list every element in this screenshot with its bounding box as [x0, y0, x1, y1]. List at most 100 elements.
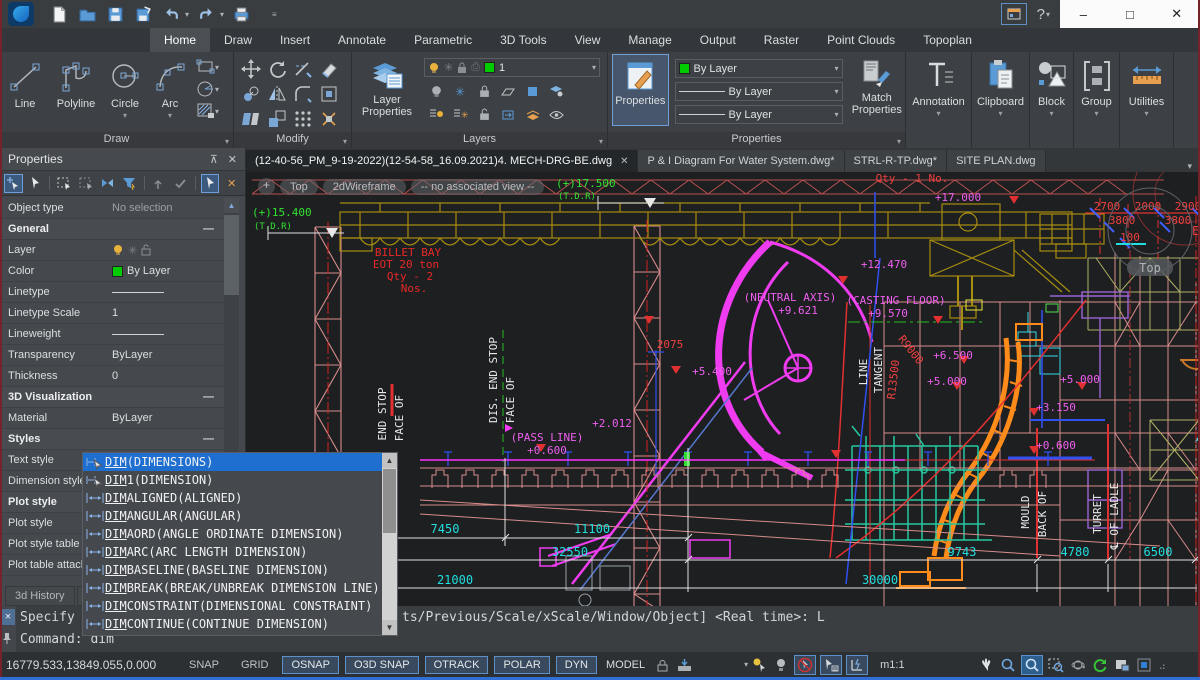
status-toggle-otrack[interactable]: OTRACK [425, 656, 489, 674]
autocomplete-item-DIMCONSTRAINT[interactable]: DIMCONSTRAINT (DIMENSIONAL CONSTRAINT) [83, 597, 382, 615]
ribbon-tab-parametric[interactable]: Parametric [400, 28, 486, 52]
layer-on-all-icon[interactable] [429, 108, 444, 121]
clear-icon[interactable]: ✕ [222, 174, 241, 193]
properties-panel-label[interactable]: Properties▾ [608, 132, 905, 148]
tab-close-icon[interactable]: ✕ [620, 156, 628, 167]
redo-icon[interactable] [195, 3, 217, 25]
quick-select-icon[interactable] [98, 174, 117, 193]
ribbon-tab-manage[interactable]: Manage [614, 28, 685, 52]
annotation-button[interactable]: Annotation▾ [906, 54, 971, 146]
ribbon-tab-draw[interactable]: Draw [210, 28, 266, 52]
select-window-icon[interactable] [55, 174, 74, 193]
property-value[interactable]: By Layer [112, 265, 224, 277]
regen-icon[interactable] [1091, 656, 1109, 674]
ellipse-tool[interactable]: ▾ [196, 80, 219, 98]
layer-off-icon[interactable] [430, 85, 443, 98]
orbit-icon[interactable] [1069, 656, 1087, 674]
open-file-icon[interactable] [76, 3, 98, 25]
draw-panel-label[interactable]: Draw▾ [0, 132, 233, 148]
rectangle-tool[interactable]: ▾ [196, 58, 219, 76]
save-as-icon[interactable] [132, 3, 154, 25]
utilities-button[interactable]: Utilities▾ [1120, 54, 1173, 146]
explode-icon[interactable] [319, 109, 339, 129]
property-value[interactable] [112, 292, 224, 293]
tab-3d-history[interactable]: 3d History [5, 586, 75, 606]
autocomplete-item-DIMANGULAR[interactable]: DIMANGULAR (ANGULAR) [83, 507, 382, 525]
erase-icon[interactable] [319, 59, 339, 79]
status-toggle-osnap[interactable]: OSNAP [282, 656, 339, 674]
layer-lock-toggle-icon[interactable] [479, 85, 490, 98]
properties-toggle-button[interactable]: Properties [612, 54, 669, 126]
arc-tool[interactable]: Arc ▾ [148, 54, 192, 130]
ribbon-tab-raster[interactable]: Raster [750, 28, 813, 52]
property-value[interactable]: 1 [112, 307, 224, 319]
layout-switch-icon[interactable] [1113, 656, 1131, 674]
zoom-icon[interactable] [999, 656, 1017, 674]
hatch-tool[interactable]: ▾ [196, 102, 219, 120]
select-crossing-icon[interactable] [77, 174, 96, 193]
redo-dropdown-icon[interactable]: ▾ [220, 10, 224, 19]
workspace-icon[interactable] [1001, 3, 1027, 25]
filter-icon[interactable] [120, 174, 139, 193]
layer-properties-button[interactable]: LayerProperties [356, 54, 418, 130]
collapse-icon[interactable]: — [203, 433, 214, 445]
modify-panel-label[interactable]: Modify▾ [234, 132, 351, 148]
qat-customize-icon[interactable]: ≡ [272, 10, 277, 19]
arc-dropdown-icon[interactable]: ▾ [168, 111, 172, 120]
property-row-3d-visualization[interactable]: 3D Visualization— [0, 387, 224, 408]
property-value[interactable]: ByLayer [112, 412, 224, 424]
collapse-icon[interactable]: — [203, 223, 214, 235]
scale-icon[interactable] [267, 109, 287, 129]
status-flyout-icon[interactable]: ▾ [744, 660, 748, 669]
viewport-visualstyle-pill[interactable]: 2dWireframe [323, 179, 406, 195]
command-close-icon[interactable]: ✕ [1, 609, 15, 625]
annotation-scale[interactable]: m1:1 [880, 659, 904, 671]
ribbon-tab-topoplan[interactable]: Topoplan [909, 28, 986, 52]
ribbon-tab-view[interactable]: View [561, 28, 615, 52]
document-tab-2[interactable]: STRL-R-TP.dwg* [845, 150, 948, 172]
tab-list-icon[interactable]: ▾ [1179, 161, 1200, 172]
status-toggle-dyn[interactable]: DYN [556, 656, 597, 674]
copy-icon[interactable] [241, 84, 261, 104]
layer-bulb-icon[interactable] [112, 244, 124, 256]
trim-icon[interactable] [293, 59, 313, 79]
collapse-icon[interactable]: — [203, 391, 214, 403]
quad-cursor-icon[interactable] [820, 655, 842, 675]
apply-icon[interactable] [171, 174, 190, 193]
minimize-button[interactable]: – [1068, 7, 1098, 22]
property-value[interactable]: No selection [112, 202, 224, 214]
autocomplete-item-DIMARC[interactable]: DIMARC (ARC LENGTH DIMENSION) [83, 543, 382, 561]
autocomplete-scroll-thumb[interactable] [383, 469, 396, 533]
property-row-general[interactable]: General— [0, 219, 224, 240]
match-properties-button[interactable]: MatchProperties [849, 54, 905, 130]
autocomplete-item-DIMAORD[interactable]: DIMAORD (ANGLE ORDINATE DIMENSION) [83, 525, 382, 543]
zoom-window-icon[interactable] [1021, 655, 1043, 675]
layer-plane-icon[interactable] [501, 86, 515, 98]
fillet-icon[interactable] [293, 84, 313, 104]
command-pin-icon[interactable] [2, 632, 14, 646]
print-icon[interactable] [230, 3, 252, 25]
layer-merge-icon[interactable] [525, 109, 540, 121]
stretch-icon[interactable] [241, 109, 261, 129]
group-button[interactable]: Group▾ [1074, 54, 1119, 146]
property-value[interactable]: ✳ [112, 244, 224, 257]
selection-off-icon[interactable] [794, 655, 816, 675]
block-button[interactable]: Block▾ [1030, 54, 1073, 146]
ribbon-tab-3d-tools[interactable]: 3D Tools [486, 28, 560, 52]
property-value[interactable]: 0 [112, 370, 224, 382]
tips-icon[interactable] [772, 656, 790, 674]
lineweight-select[interactable]: By Layer▾ [675, 105, 843, 124]
zoom-extents-icon[interactable] [1047, 656, 1065, 674]
viewcube-top-label[interactable]: Top [1139, 261, 1161, 275]
rotate-icon[interactable] [267, 59, 287, 79]
new-file-icon[interactable] [48, 3, 70, 25]
autocomplete-item-DIMCONTINUE[interactable]: DIMCONTINUE (CONTINUE DIMENSION) [83, 615, 382, 633]
ribbon-tab-home[interactable]: Home [150, 28, 210, 52]
line-tool[interactable]: Line [0, 54, 50, 130]
autocomplete-item-DIMBASELINE[interactable]: DIMBASELINE (BASELINE DIMENSION) [83, 561, 382, 579]
layer-freeze-icon[interactable]: ✳ [128, 244, 137, 257]
mirror-icon[interactable] [267, 84, 287, 104]
color-select[interactable]: By Layer▾ [675, 59, 843, 78]
linetype-select[interactable]: By Layer▾ [675, 82, 843, 101]
ribbon-tab-annotate[interactable]: Annotate [324, 28, 400, 52]
